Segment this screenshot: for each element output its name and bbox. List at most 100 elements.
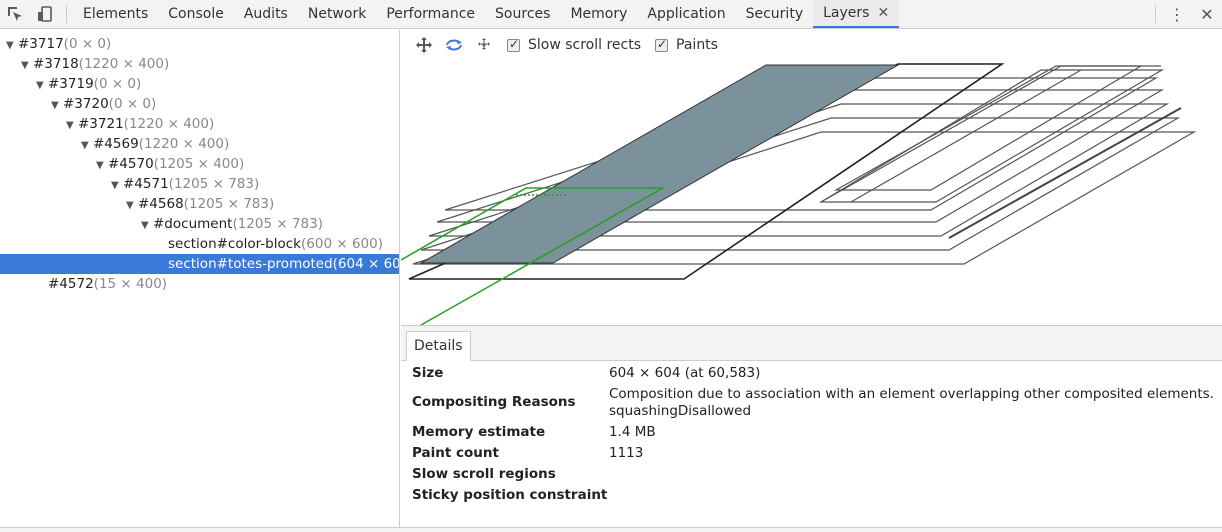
- inspect-element-icon[interactable]: [0, 0, 30, 28]
- detail-label: Paint count: [412, 445, 499, 461]
- paints-checkbox[interactable]: Paints: [655, 37, 718, 53]
- layer-dims: (1220 × 400): [78, 56, 170, 72]
- layer-name: #document: [153, 216, 233, 232]
- layer-name: #4570: [108, 156, 154, 172]
- expand-arrow-icon[interactable]: ▼: [66, 116, 78, 136]
- detail-value: 1113: [609, 445, 644, 461]
- tree-item[interactable]: ▼ #4569(1220 × 400): [0, 134, 399, 154]
- tab-security[interactable]: Security: [736, 0, 814, 28]
- layer-name: section#color-block: [168, 236, 302, 252]
- expand-arrow-icon[interactable]: ▼: [6, 36, 18, 56]
- tree-item[interactable]: #4572(15 × 400): [0, 274, 399, 294]
- tree-item[interactable]: ▼ #3718(1220 × 400): [0, 54, 399, 74]
- layer-name: #4568: [138, 196, 184, 212]
- expand-arrow-icon[interactable]: ▼: [36, 76, 48, 96]
- tree-item[interactable]: ▼ #4570(1205 × 400): [0, 154, 399, 174]
- layer-dims: (0 × 0): [108, 96, 157, 112]
- tab-console[interactable]: Console: [158, 0, 234, 28]
- tab-sources[interactable]: Sources: [485, 0, 560, 28]
- slow-scroll-rects-checkbox[interactable]: Slow scroll rects: [507, 37, 641, 53]
- layer-dims: (1220 × 400): [123, 116, 215, 132]
- tab-layers[interactable]: Layers ✕: [813, 0, 900, 28]
- detail-value: 604 × 604 (at 60,583): [609, 365, 761, 381]
- layer-name: #3718: [33, 56, 79, 72]
- close-devtools-icon[interactable]: ✕: [1192, 0, 1222, 28]
- selected-layer-fill[interactable]: [419, 64, 900, 264]
- tree-item[interactable]: ▼ #4568(1205 × 783): [0, 194, 399, 214]
- expand-arrow-icon[interactable]: ▼: [81, 136, 93, 156]
- detail-label: Memory estimate: [412, 424, 546, 440]
- tab-performance[interactable]: Performance: [376, 0, 485, 28]
- details-panel: Details Size 604 × 604 (at 60,583) Compo…: [401, 325, 1222, 527]
- tree-item[interactable]: ▼ #document(1205 × 783): [0, 214, 399, 234]
- layer-name: #4569: [93, 136, 139, 152]
- expand-arrow-icon[interactable]: ▼: [51, 96, 63, 116]
- tab-label: Console: [168, 6, 224, 22]
- layer-dims: (0 × 0): [93, 76, 142, 92]
- tree-item[interactable]: ▼ #4571(1205 × 783): [0, 174, 399, 194]
- layers-3d-view[interactable]: Slow scroll rects Paints: [401, 30, 1222, 325]
- tab-elements[interactable]: Elements: [73, 0, 158, 28]
- layer-dims: (1220 × 400): [138, 136, 230, 152]
- layer-dims: (1205 × 400): [153, 156, 245, 172]
- tree-item[interactable]: ▼ #3717(0 × 0): [0, 34, 399, 54]
- tree-item[interactable]: ▼ #3719(0 × 0): [0, 74, 399, 94]
- expand-arrow-icon[interactable]: ▼: [141, 216, 153, 236]
- tab-details[interactable]: Details: [406, 331, 471, 361]
- layer-name: section#totes-promoted: [168, 256, 333, 272]
- tab-label: Sources: [495, 6, 551, 22]
- tab-audits[interactable]: Audits: [234, 0, 298, 28]
- kebab-menu-icon[interactable]: ⋮: [1162, 0, 1192, 28]
- detail-label: Sticky position constraint: [412, 487, 608, 503]
- layers-canvas[interactable]: [401, 30, 1222, 325]
- checkbox-box[interactable]: [655, 37, 669, 52]
- layer-dims: (15 × 400): [93, 276, 168, 292]
- tree-item[interactable]: ▼ #3720(0 × 0): [0, 94, 399, 114]
- checkbox-label: Paints: [676, 37, 718, 53]
- details-tabbar: Details: [401, 326, 1222, 361]
- detail-label: Size: [412, 365, 444, 381]
- tabbar-right: ⋮ ✕: [1149, 0, 1222, 28]
- expand-arrow-icon[interactable]: ▼: [111, 176, 123, 196]
- toolbar-separator: [1155, 5, 1156, 23]
- toolbar-separator: [66, 5, 67, 23]
- devtools-tabbar: Elements Console Audits Network Performa…: [0, 0, 1222, 29]
- tab-label: Performance: [386, 6, 476, 22]
- rotate-mode-icon[interactable]: [439, 33, 469, 57]
- layer-name: #3719: [48, 76, 94, 92]
- tab-memory[interactable]: Memory: [560, 0, 637, 28]
- tab-label: Elements: [83, 6, 149, 22]
- reset-transform-icon[interactable]: [469, 33, 499, 57]
- expand-arrow-icon[interactable]: ▼: [96, 156, 108, 176]
- layer-dims: (1205 × 783): [168, 176, 260, 192]
- detail-value: Composition due to association with an e…: [609, 386, 1214, 402]
- layer-name: #4572: [48, 276, 94, 292]
- tab-label: Network: [307, 6, 367, 22]
- layer-dims: (1205 × 783): [183, 196, 275, 212]
- tree-item[interactable]: section#color-block(600 × 600): [0, 234, 399, 254]
- detail-label: Slow scroll regions: [412, 466, 556, 482]
- layer-dims: (1205 × 783): [232, 216, 323, 232]
- layer-name: #4571: [123, 176, 169, 192]
- layer-dims: (604 × 60: [332, 256, 400, 272]
- layer-dims: (600 × 600): [301, 236, 383, 252]
- checkbox-label: Slow scroll rects: [528, 37, 642, 53]
- tab-label: Layers: [823, 5, 870, 21]
- layers-toolbar: Slow scroll rects Paints: [401, 30, 1222, 60]
- checkbox-box[interactable]: [507, 37, 520, 52]
- expand-arrow-icon[interactable]: ▼: [21, 56, 33, 76]
- device-toolbar-icon[interactable]: [30, 0, 60, 28]
- expand-arrow-icon[interactable]: ▼: [126, 196, 138, 216]
- close-tab-icon[interactable]: ✕: [877, 5, 889, 21]
- layer-name: #3717: [18, 36, 64, 52]
- scrollbar-layer: [948, 107, 1182, 239]
- tab-network[interactable]: Network: [298, 0, 376, 28]
- pan-mode-icon[interactable]: [409, 33, 439, 57]
- detail-value-line2: squashingDisallowed: [609, 403, 752, 419]
- layer-dims: (0 × 0): [63, 36, 112, 52]
- layer-name: #3721: [78, 116, 124, 132]
- tree-item[interactable]: ▼ #3721(1220 × 400): [0, 114, 399, 134]
- layer-name: #3720: [63, 96, 109, 112]
- tree-item-selected[interactable]: section#totes-promoted(604 × 60: [0, 254, 399, 274]
- tab-application[interactable]: Application: [637, 0, 735, 28]
